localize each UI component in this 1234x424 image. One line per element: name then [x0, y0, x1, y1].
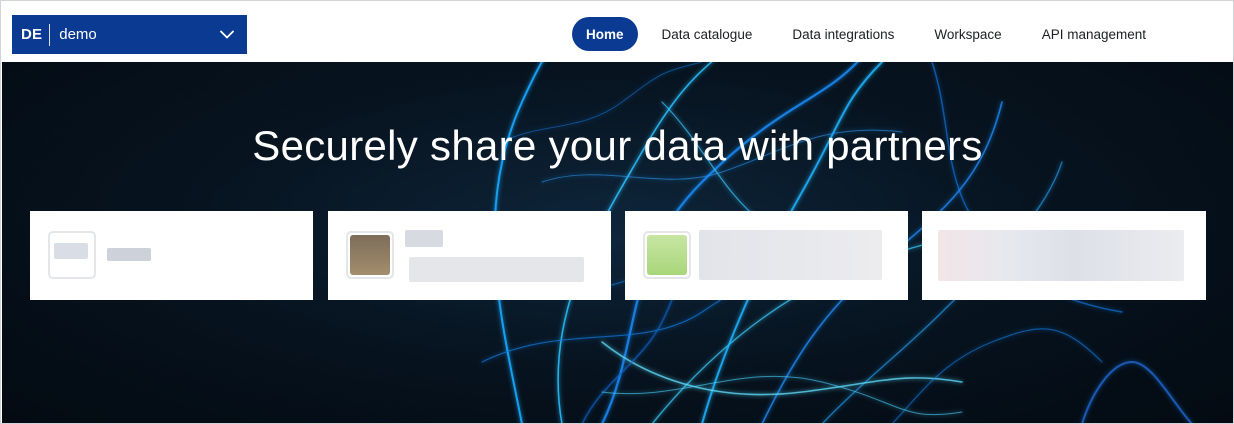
partner-name-placeholder — [405, 230, 443, 247]
partner-card[interactable] — [328, 211, 611, 300]
partner-card[interactable] — [30, 211, 313, 300]
main-navigation: Home Data catalogue Data integrations Wo… — [572, 17, 1166, 51]
organization-selector[interactable]: DE demo — [12, 15, 247, 54]
partner-card[interactable] — [625, 211, 908, 300]
nav-api-management[interactable]: API management — [1022, 17, 1166, 51]
nav-data-integrations[interactable]: Data integrations — [772, 17, 914, 51]
partner-banner-placeholder — [938, 230, 1184, 281]
partner-cards — [2, 62, 1233, 423]
partner-name-placeholder — [107, 248, 151, 261]
partner-card[interactable] — [922, 211, 1206, 300]
partner-logo-placeholder — [346, 231, 394, 279]
organization-code: DE — [21, 26, 43, 43]
top-header: DE demo Home Data catalogue Data integra… — [1, 1, 1233, 62]
chevron-down-icon[interactable] — [214, 25, 240, 45]
organization-divider — [49, 23, 51, 46]
logo-blur — [350, 235, 390, 275]
organization-name: demo — [59, 26, 97, 43]
partner-logo-placeholder — [48, 231, 96, 279]
partner-logo-placeholder — [643, 231, 691, 279]
nav-home[interactable]: Home — [572, 17, 638, 51]
page-frame: DE demo Home Data catalogue Data integra… — [0, 0, 1234, 424]
hero-banner: Securely share your data with partners — [2, 62, 1233, 423]
partner-description-placeholder — [409, 257, 584, 282]
nav-workspace[interactable]: Workspace — [914, 17, 1021, 51]
nav-data-catalogue[interactable]: Data catalogue — [642, 17, 773, 51]
logo-blur — [54, 243, 88, 259]
partner-description-placeholder — [699, 230, 882, 280]
logo-blur — [647, 235, 687, 275]
